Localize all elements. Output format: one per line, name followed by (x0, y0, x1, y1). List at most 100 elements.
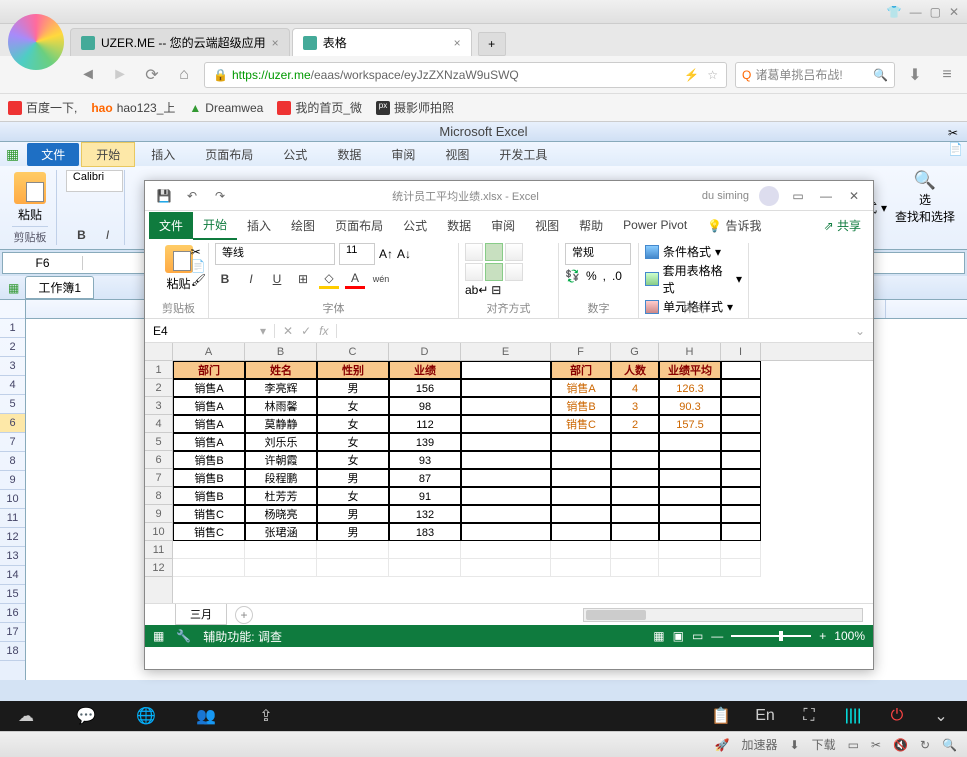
cell[interactable]: 部门 (173, 361, 245, 379)
bold-button[interactable]: B (215, 269, 235, 289)
download-icon[interactable]: ⬇ (790, 738, 800, 752)
paste-dock-icon[interactable]: 📋 (711, 706, 731, 726)
row-header[interactable]: 10 (0, 490, 25, 509)
capture-icon[interactable]: ✂ (871, 738, 881, 752)
accelerator-label[interactable]: 加速器 (742, 736, 778, 753)
minimize-icon[interactable]: — (910, 5, 922, 19)
cell[interactable] (551, 451, 611, 469)
name-box[interactable]: E4▾ (145, 324, 275, 338)
font-selector[interactable]: Calibri (66, 170, 123, 192)
tab-close-icon[interactable]: × (272, 36, 279, 50)
grow-font-icon[interactable]: A↑ (379, 247, 393, 261)
align-mr[interactable] (505, 263, 523, 281)
cell[interactable] (551, 487, 611, 505)
search-input[interactable]: Q 诸葛单挑吕布战! 🔍 (735, 62, 895, 88)
cell[interactable]: 112 (389, 415, 461, 433)
cell[interactable]: 91 (389, 487, 461, 505)
cell[interactable]: 李亮辉 (245, 379, 317, 397)
align-tc[interactable] (485, 243, 503, 261)
tshirt-icon[interactable]: 👕 (887, 5, 902, 19)
home-button[interactable]: ⌂ (172, 63, 196, 87)
cell[interactable]: 销售C (173, 505, 245, 523)
cell[interactable] (611, 469, 659, 487)
menu-insert[interactable]: 插入 (137, 143, 189, 166)
phonetic-button[interactable]: wén (371, 269, 391, 289)
menu-home[interactable]: 开始 (193, 211, 237, 240)
cell[interactable] (659, 487, 721, 505)
row-header[interactable]: 6 (145, 451, 172, 469)
inc-dec-icon[interactable]: .0 (612, 269, 622, 283)
row-header[interactable]: 11 (0, 509, 25, 528)
fx-icon[interactable]: fx (319, 324, 328, 338)
tell-me[interactable]: 💡 告诉我 (697, 212, 771, 239)
cloud-icon[interactable]: ☁ (16, 706, 36, 726)
row-header[interactable]: 15 (0, 585, 25, 604)
wrap-text-icon[interactable]: ab↵ (465, 283, 488, 297)
cell[interactable] (551, 559, 611, 577)
forward-button[interactable]: ► (108, 63, 132, 87)
cell[interactable] (611, 559, 659, 577)
cell[interactable] (611, 487, 659, 505)
font-selector[interactable]: 等线 (215, 243, 335, 265)
cell[interactable] (659, 451, 721, 469)
bookmark-item[interactable]: 我的首页_微 (277, 99, 362, 116)
menu-data[interactable]: 数据 (323, 143, 375, 166)
cell[interactable] (721, 451, 761, 469)
align-tr[interactable] (505, 243, 523, 261)
bookmark-item[interactable]: haohao123_上 (91, 99, 175, 116)
cell[interactable] (461, 469, 551, 487)
cell[interactable] (721, 397, 761, 415)
cell[interactable] (461, 523, 551, 541)
row-header[interactable]: 16 (0, 604, 25, 623)
power-icon[interactable]: ⏻ (887, 706, 907, 726)
row-header[interactable]: 10 (145, 523, 172, 541)
merge-icon[interactable]: ⊟ (491, 283, 501, 297)
cell[interactable] (551, 469, 611, 487)
cell[interactable] (461, 433, 551, 451)
zoom-out[interactable]: — (711, 629, 723, 643)
cell[interactable] (551, 433, 611, 451)
copy-icon[interactable]: 📄 (948, 142, 963, 156)
align-tl[interactable] (465, 243, 483, 261)
ime-icon[interactable]: En (755, 706, 775, 726)
globe-icon[interactable]: 🌐 (136, 706, 156, 726)
maximize-icon[interactable]: ▢ (930, 5, 941, 19)
save-icon[interactable]: 💾 (155, 187, 173, 205)
currency-icon[interactable]: 💱 (565, 269, 580, 283)
row-header[interactable]: 1 (145, 361, 172, 379)
chevron-down-icon[interactable]: ⌄ (931, 706, 951, 726)
comma-icon[interactable]: , (603, 269, 606, 283)
shrink-font-icon[interactable]: A↓ (397, 247, 411, 261)
percent-icon[interactable]: % (586, 269, 597, 283)
cell[interactable]: 杨晓亮 (245, 505, 317, 523)
bookmark-item[interactable]: ▲Dreamwea (189, 101, 263, 115)
cell[interactable]: 157.5 (659, 415, 721, 433)
row-header[interactable]: 14 (0, 566, 25, 585)
cell[interactable]: 销售C (173, 523, 245, 541)
menu-insert[interactable]: 插入 (237, 212, 281, 239)
row-header[interactable]: 4 (145, 415, 172, 433)
cut-icon[interactable]: ✂ (191, 245, 206, 259)
cell[interactable]: 销售A (173, 433, 245, 451)
copy-icon[interactable]: 📄 (191, 259, 206, 273)
cell[interactable]: 刘乐乐 (245, 433, 317, 451)
close-icon[interactable]: ✕ (949, 5, 959, 19)
menu-powerpivot[interactable]: Power Pivot (613, 213, 697, 237)
cells[interactable]: 部门姓名性别业绩部门人数业绩平均销售A李亮辉男156销售A4126.3销售A林雨… (173, 361, 873, 603)
corner[interactable] (0, 300, 25, 319)
cell[interactable] (461, 487, 551, 505)
cell[interactable] (659, 505, 721, 523)
new-tab-button[interactable]: + (478, 32, 506, 56)
cell[interactable] (461, 397, 551, 415)
redo-icon[interactable]: ↷ (211, 187, 229, 205)
cell[interactable]: 销售A (173, 379, 245, 397)
row-header[interactable]: 12 (0, 528, 25, 547)
menu-view[interactable]: 视图 (525, 212, 569, 239)
menu-review[interactable]: 审阅 (377, 143, 429, 166)
zoom-in[interactable]: + (819, 629, 826, 643)
view-layout-icon[interactable]: ▣ (673, 629, 684, 643)
undo-icon[interactable]: ↶ (183, 187, 201, 205)
cell[interactable] (461, 559, 551, 577)
col-header[interactable]: C (317, 343, 389, 360)
bold-button[interactable]: B (72, 225, 92, 245)
